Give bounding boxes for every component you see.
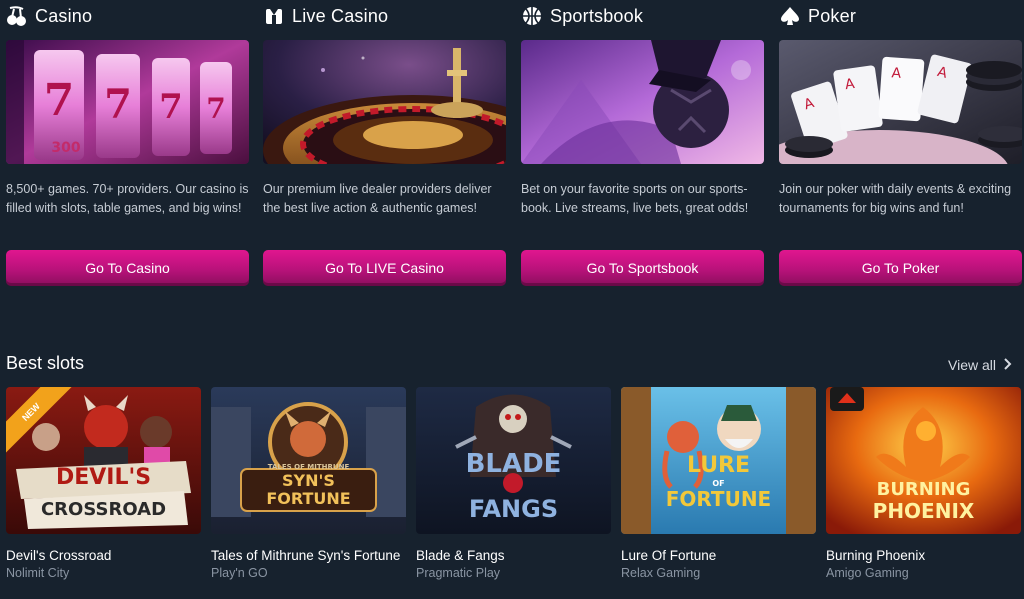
category-description: Join our poker with daily events & excit… <box>779 182 1012 215</box>
go-to-casino-button[interactable]: Go To Casino <box>6 250 249 286</box>
basketball-icon <box>521 5 543 27</box>
slot-card-blade-and-fangs[interactable]: BLADE FANGS Blade & Fangs Pragmatic Play <box>416 387 611 581</box>
slot-provider: Relax Gaming <box>621 566 701 580</box>
spade-icon <box>779 5 801 27</box>
poker-banner-image[interactable]: A A A A <box>779 40 1022 164</box>
slot-provider: Amigo Gaming <box>826 566 909 580</box>
slot-provider: Pragmatic Play <box>416 566 501 580</box>
category-card-live-casino: Live Casino Our premium live dealer prov… <box>263 0 506 286</box>
category-description: 8,500+ games. 70+ providers. Our casino … <box>6 182 249 215</box>
slot-name[interactable]: Burning Phoenix <box>826 548 1021 564</box>
slot-card-syns-fortune[interactable]: TALES OF MITHRUNE SYN'S FORTUNE Tales of… <box>211 387 406 581</box>
category-title: Poker <box>808 5 857 26</box>
slot-art-subtitle: FORTUNE <box>266 489 351 508</box>
slot-art-title: SYN'S <box>282 471 335 490</box>
slot-provider: Play'n GO <box>211 566 268 580</box>
slot-art-title: BURNING <box>876 479 971 500</box>
category-card-poker: Poker A A A A Join our poker with daily … <box>779 0 1022 286</box>
slot-name[interactable]: Tales of Mithrune Syn's Fortune <box>211 548 406 564</box>
slot-art-title: BLADE <box>465 449 562 479</box>
category-title: Sportsbook <box>550 5 644 26</box>
category-description: Bet on your favorite sports on our sport… <box>521 182 749 215</box>
slot-provider: Nolimit City <box>6 566 70 580</box>
go-to-live-casino-button[interactable]: Go To LIVE Casino <box>263 250 506 286</box>
svg-text:7: 7 <box>104 81 132 128</box>
go-to-poker-button[interactable]: Go To Poker <box>779 250 1022 286</box>
slot-card-devils-crossroad[interactable]: DEVIL'S CROSSROAD NEW Devil's Crossroad … <box>6 387 201 581</box>
slot-name[interactable]: Lure Of Fortune <box>621 548 816 564</box>
category-header: Live Casino <box>263 0 506 32</box>
slot-art-title: LURE <box>686 453 751 478</box>
slot-art-subtitle: FORTUNE <box>665 487 772 511</box>
best-slots-title: Best slots <box>6 353 85 373</box>
slot-thumbnail[interactable]: LURE OF FORTUNE <box>621 387 816 534</box>
view-all-link[interactable]: View all <box>948 357 1012 373</box>
svg-text:300: 300 <box>51 140 80 156</box>
category-card-casino: Casino 7 7 7 7 300 8,500+ games. 70+ pro… <box>6 0 249 286</box>
casino-banner-image[interactable]: 7 7 7 7 300 <box>6 40 249 164</box>
svg-text:7: 7 <box>44 75 75 126</box>
cherries-icon <box>6 5 28 27</box>
slot-thumbnail[interactable]: DEVIL'S CROSSROAD NEW <box>6 387 201 534</box>
category-title: Live Casino <box>292 5 389 26</box>
slot-name[interactable]: Devil's Crossroad <box>6 548 201 564</box>
slot-thumbnail[interactable]: BURNING PHOENIX <box>826 387 1021 534</box>
category-title: Casino <box>35 5 93 26</box>
slot-name[interactable]: Blade & Fangs <box>416 548 611 564</box>
svg-text:7: 7 <box>159 87 183 127</box>
svg-text:A: A <box>891 65 902 82</box>
slot-art-subtitle: CROSSROAD <box>40 499 167 520</box>
category-header: Casino <box>6 0 249 32</box>
slot-thumbnail[interactable]: BLADE FANGS <box>416 387 611 534</box>
sportsbook-banner-image[interactable] <box>521 40 764 164</box>
slot-art-subtitle: FANGS <box>468 495 559 523</box>
live-casino-banner-image[interactable] <box>263 40 506 164</box>
category-header: Poker <box>779 0 1022 32</box>
category-card-sportsbook: Sportsbook Bet on your favorite sports o… <box>521 0 764 286</box>
slot-art-title: DEVIL'S <box>55 465 152 490</box>
slot-thumbnail[interactable]: TALES OF MITHRUNE SYN'S FORTUNE <box>211 387 406 534</box>
slot-card-burning-phoenix[interactable]: BURNING PHOENIX Burning Phoenix Amigo Ga… <box>826 387 1021 581</box>
svg-text:7: 7 <box>206 92 225 125</box>
slot-card-lure-of-fortune[interactable]: LURE OF FORTUNE Lure Of Fortune Relax Ga… <box>621 387 816 581</box>
chevron-right-icon <box>1004 357 1012 373</box>
category-header: Sportsbook <box>521 0 764 32</box>
view-all-label: View all <box>948 357 996 373</box>
category-description: Our premium live dealer providers delive… <box>263 182 492 215</box>
go-to-sportsbook-button[interactable]: Go To Sportsbook <box>521 250 764 286</box>
slot-art-subtitle: PHOENIX <box>872 499 975 523</box>
slot-art-small: TALES OF MITHRUNE <box>267 463 350 471</box>
live-dealer-icon <box>263 5 285 27</box>
